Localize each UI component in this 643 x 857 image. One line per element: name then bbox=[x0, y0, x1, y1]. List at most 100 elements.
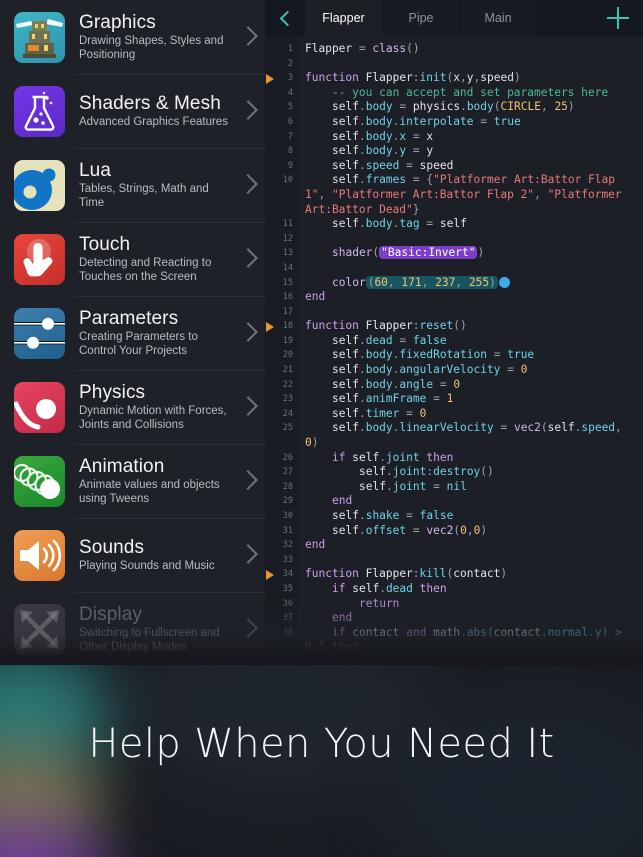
code-line-source[interactable]: if self.dead then bbox=[299, 582, 643, 597]
code-line-source[interactable]: self.frames = {"Platformer Art:Battor Fl… bbox=[299, 173, 643, 217]
code-line[interactable]: 29 end bbox=[265, 494, 643, 509]
code-line[interactable]: 26 if self.joint then bbox=[265, 451, 643, 466]
code-lines[interactable]: 1 Flapper = class() 2 3 function Flapper:in… bbox=[265, 36, 643, 655]
code-line[interactable]: 10 self.frames = {"Platformer Art:Battor… bbox=[265, 173, 643, 217]
code-line-source[interactable]: self.joint = nil bbox=[299, 480, 643, 495]
code-line[interactable]: 18 function Flapper:reset() bbox=[265, 319, 643, 334]
code-line[interactable]: 15 color (60, 171, 237, 255) bbox=[265, 275, 643, 291]
code-line[interactable]: 36 return bbox=[265, 597, 643, 612]
code-line-source[interactable]: function Flapper:reset() bbox=[299, 319, 643, 334]
code-line[interactable]: 14 bbox=[265, 261, 643, 276]
sidebar-item-display[interactable]: Display Switching to Fullscreen and Other… bbox=[0, 592, 265, 665]
code-line-source[interactable]: end bbox=[299, 494, 643, 509]
code-line-source[interactable]: end bbox=[299, 290, 643, 305]
code-line-source[interactable]: self.speed = speed bbox=[299, 159, 643, 174]
code-line[interactable]: 4 -- you can accept and set parameters h… bbox=[265, 86, 643, 101]
code-line[interactable]: 30 self.shake = false bbox=[265, 509, 643, 524]
code-line-source[interactable]: if self.joint then bbox=[299, 451, 643, 466]
code-line[interactable]: 19 self.dead = false bbox=[265, 334, 643, 349]
line-number: 12 bbox=[282, 233, 293, 244]
code-line[interactable]: 13 shader("Basic:Invert") bbox=[265, 246, 643, 261]
code-line[interactable]: 22 self.body.angle = 0 bbox=[265, 378, 643, 393]
code-line-source[interactable]: color (60, 171, 237, 255) bbox=[299, 275, 643, 291]
code-line-source[interactable]: self.body.y = y bbox=[299, 144, 643, 159]
code-line-source[interactable]: end bbox=[299, 538, 643, 553]
tab-flapper[interactable]: Flapper bbox=[305, 0, 382, 36]
sidebar-item-graphics[interactable]: Graphics Drawing Shapes, Styles and Posit… bbox=[0, 0, 265, 74]
code-line-source[interactable]: function Flapper:init(x,y,speed) bbox=[299, 71, 643, 86]
code-line-source[interactable] bbox=[299, 261, 643, 276]
code-line[interactable]: 16 end bbox=[265, 290, 643, 305]
sidebar-item-shaders-mesh[interactable]: Shaders & Mesh Advanced Graphics Features bbox=[0, 74, 265, 148]
code-line-source[interactable]: self.timer = 0 bbox=[299, 407, 643, 422]
code-line-source[interactable]: function Flapper:kill(contact) bbox=[299, 567, 643, 582]
code-line[interactable]: 25 self.body.linearVelocity = vec2(self.… bbox=[265, 421, 643, 450]
code-line[interactable]: 38 if contact and math.abs(contact.norma… bbox=[265, 626, 643, 655]
code-line[interactable]: 7 self.body.x = x bbox=[265, 130, 643, 145]
code-line-source[interactable]: -- you can accept and set parameters her… bbox=[299, 86, 643, 101]
code-line-source[interactable]: self.body.linearVelocity = vec2(self.spe… bbox=[299, 421, 643, 450]
code-line[interactable]: 27 self.joint:destroy() bbox=[265, 465, 643, 480]
chevron-right-icon bbox=[235, 540, 261, 570]
tab-main[interactable]: Main bbox=[459, 0, 536, 36]
code-line[interactable]: 37 end bbox=[265, 611, 643, 626]
code-line[interactable]: 9 self.speed = speed bbox=[265, 159, 643, 174]
examples-sidebar[interactable]: Graphics Drawing Shapes, Styles and Posit… bbox=[0, 0, 265, 665]
breakpoint-marker-icon[interactable] bbox=[266, 570, 274, 581]
code-line-source[interactable]: self.body.interpolate = true bbox=[299, 115, 643, 130]
code-line[interactable]: 1 Flapper = class() bbox=[265, 42, 643, 57]
line-number: 36 bbox=[282, 598, 293, 609]
code-line-source[interactable]: if contact and math.abs(contact.normal.y… bbox=[299, 626, 643, 655]
code-line-source[interactable] bbox=[299, 553, 643, 568]
code-line-source[interactable] bbox=[299, 57, 643, 72]
code-line[interactable]: 31 self.offset = vec2(0,0) bbox=[265, 524, 643, 539]
code-line[interactable]: 3 function Flapper:init(x,y,speed) bbox=[265, 71, 643, 86]
code-line[interactable]: 11 self.body.tag = self bbox=[265, 217, 643, 232]
sidebar-item-sounds[interactable]: Sounds Playing Sounds and Music bbox=[0, 518, 265, 592]
tab-pipe[interactable]: Pipe bbox=[382, 0, 459, 36]
code-line[interactable]: 32 end bbox=[265, 538, 643, 553]
code-line-source[interactable]: self.dead = false bbox=[299, 334, 643, 349]
breakpoint-marker-icon[interactable] bbox=[266, 322, 274, 333]
sidebar-item-touch[interactable]: Touch Detecting and Reacting to Touches o… bbox=[0, 222, 265, 296]
code-line[interactable]: 24 self.timer = 0 bbox=[265, 407, 643, 422]
code-line-source[interactable]: return bbox=[299, 597, 643, 612]
code-line[interactable]: 12 bbox=[265, 232, 643, 247]
code-line-source[interactable]: shader("Basic:Invert") bbox=[299, 246, 643, 261]
code-line[interactable]: 6 self.body.interpolate = true bbox=[265, 115, 643, 130]
code-line[interactable]: 20 self.body.fixedRotation = true bbox=[265, 348, 643, 363]
code-line-source[interactable]: self.animFrame = 1 bbox=[299, 392, 643, 407]
code-line-source[interactable]: self.body.angularVelocity = 0 bbox=[299, 363, 643, 378]
back-button[interactable] bbox=[265, 0, 305, 36]
color-swatch[interactable] bbox=[498, 276, 510, 288]
code-line-source[interactable]: self.body.x = x bbox=[299, 130, 643, 145]
code-line[interactable]: 5 self.body = physics.body(CIRCLE, 25) bbox=[265, 100, 643, 115]
sidebar-item-parameters[interactable]: Parameters Creating Parameters to Control… bbox=[0, 296, 265, 370]
code-line-source[interactable]: self.offset = vec2(0,0) bbox=[299, 524, 643, 539]
code-scroll-area[interactable]: 1 Flapper = class() 2 3 function Flapper:in… bbox=[265, 36, 643, 665]
sidebar-item-animation[interactable]: Animation Animate values and objects usin… bbox=[0, 444, 265, 518]
code-line[interactable]: 21 self.body.angularVelocity = 0 bbox=[265, 363, 643, 378]
code-line[interactable]: 28 self.joint = nil bbox=[265, 480, 643, 495]
code-line-source[interactable]: self.body.tag = self bbox=[299, 217, 643, 232]
code-line[interactable]: 34 function Flapper:kill(contact) bbox=[265, 567, 643, 582]
code-line[interactable]: 2 bbox=[265, 57, 643, 72]
add-tab-button[interactable] bbox=[593, 0, 643, 36]
code-line-source[interactable] bbox=[299, 232, 643, 247]
code-line-source[interactable]: Flapper = class() bbox=[299, 42, 643, 57]
code-line-source[interactable]: self.joint:destroy() bbox=[299, 465, 643, 480]
code-line-source[interactable]: self.body = physics.body(CIRCLE, 25) bbox=[299, 100, 643, 115]
code-line[interactable]: 8 self.body.y = y bbox=[265, 144, 643, 159]
code-line[interactable]: 23 self.animFrame = 1 bbox=[265, 392, 643, 407]
code-line[interactable]: 17 bbox=[265, 305, 643, 320]
sidebar-item-physics[interactable]: Physics Dynamic Motion with Forces, Joint… bbox=[0, 370, 265, 444]
code-line[interactable]: 35 if self.dead then bbox=[265, 582, 643, 597]
code-line-source[interactable]: end bbox=[299, 611, 643, 626]
sidebar-item-lua[interactable]: Lua Tables, Strings, Math and Time bbox=[0, 148, 265, 222]
code-line-source[interactable] bbox=[299, 305, 643, 320]
code-line-source[interactable]: self.body.fixedRotation = true bbox=[299, 348, 643, 363]
code-line-source[interactable]: self.shake = false bbox=[299, 509, 643, 524]
code-line[interactable]: 33 bbox=[265, 553, 643, 568]
breakpoint-marker-icon[interactable] bbox=[266, 74, 274, 85]
code-line-source[interactable]: self.body.angle = 0 bbox=[299, 378, 643, 393]
